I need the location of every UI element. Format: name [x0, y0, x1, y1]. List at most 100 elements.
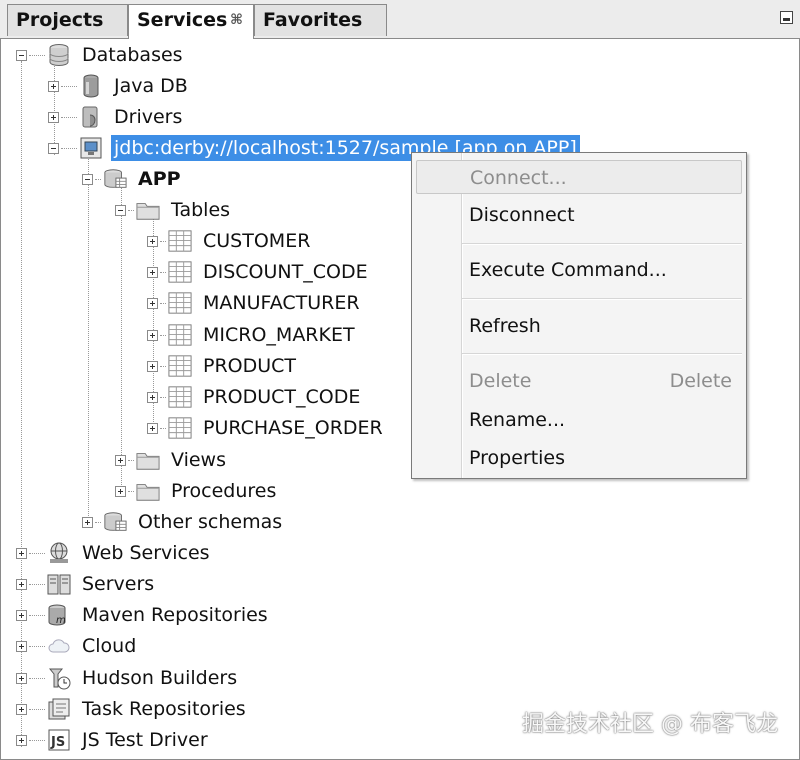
task-repository-icon [47, 697, 71, 721]
expand-icon[interactable] [147, 235, 158, 247]
menu-item-label: Refresh [469, 315, 541, 337]
menu-item-connect[interactable]: Connect... [416, 160, 742, 194]
expand-icon[interactable] [16, 703, 27, 715]
collapse-icon[interactable] [48, 142, 59, 154]
tree-node-hudson-builders[interactable]: Hudson Builders [16, 663, 240, 693]
tree-node-databases[interactable]: Databases [16, 40, 186, 70]
tab-projects[interactable]: Projects [7, 4, 128, 36]
tree-label: Cloud [82, 635, 137, 657]
tree-label: MANUFACTURER [203, 292, 360, 314]
expand-icon[interactable] [147, 422, 158, 434]
table-icon [168, 260, 192, 284]
tree-node-table[interactable]: CUSTOMER [147, 226, 313, 256]
cloud-icon [47, 634, 71, 658]
folder-icon [136, 448, 160, 472]
tree-node-java-db[interactable]: Java DB [48, 71, 191, 101]
expand-icon[interactable] [82, 516, 93, 528]
tree-node-table[interactable]: PRODUCT_CODE [147, 382, 363, 412]
menu-item-properties[interactable]: Properties [416, 441, 742, 475]
menu-item-label: Disconnect [469, 204, 575, 226]
minimize-window-icon[interactable] [780, 11, 793, 24]
menu-item-shortcut: Delete [669, 370, 732, 392]
tree-node-tables[interactable]: Tables [115, 195, 233, 225]
expand-icon[interactable] [147, 297, 158, 309]
table-icon [168, 323, 192, 347]
expand-icon[interactable] [147, 391, 158, 403]
tree-node-table[interactable]: MANUFACTURER [147, 288, 363, 318]
menu-item-label: Properties [469, 447, 566, 469]
tree-node-drivers[interactable]: Drivers [48, 102, 185, 132]
tree-node-web-services[interactable]: Web Services [16, 538, 213, 568]
expand-icon[interactable] [147, 360, 158, 372]
svg-text:m: m [56, 615, 66, 626]
tree-node-table[interactable]: MICRO_MARKET [147, 320, 358, 350]
menu-item-label: Delete [469, 370, 532, 392]
menu-item-rename[interactable]: Rename... [416, 403, 742, 437]
table-icon [168, 291, 192, 315]
tree-label: Databases [82, 44, 183, 66]
expand-icon[interactable] [48, 111, 59, 123]
maven-icon: m [47, 603, 71, 627]
tree-label: Web Services [82, 542, 210, 564]
java-db-icon [79, 74, 103, 98]
tab-favorites[interactable]: Favorites [254, 4, 387, 36]
menu-item-refresh[interactable]: Refresh [416, 309, 742, 343]
tree-label: Tables [171, 199, 231, 221]
web-services-icon [47, 541, 71, 565]
tree-node-views[interactable]: Views [115, 445, 229, 475]
menu-item-delete[interactable]: Delete Delete [416, 364, 742, 398]
js-test-driver-icon: JS [47, 728, 71, 752]
schema-icon [103, 510, 127, 534]
expand-icon[interactable] [16, 640, 27, 652]
tree-node-other-schemas[interactable]: Other schemas [82, 507, 285, 537]
tab-projects-label: Projects [16, 9, 104, 31]
expand-icon[interactable] [16, 547, 27, 559]
menu-item-execute-command[interactable]: Execute Command... [416, 253, 742, 287]
tree-label: MICRO_MARKET [203, 324, 355, 346]
tab-services[interactable]: Services ⌘ [128, 4, 254, 39]
schema-icon [103, 167, 127, 191]
tree-node-schema-app[interactable]: APP [82, 164, 184, 194]
tab-bar: Projects Services ⌘ Favorites [0, 0, 800, 39]
expand-icon[interactable] [16, 609, 27, 621]
collapse-icon[interactable] [16, 49, 27, 61]
tree-label: Procedures [171, 480, 277, 502]
expand-icon[interactable] [16, 734, 27, 746]
tree-label: PRODUCT [203, 355, 297, 377]
database-icon [47, 43, 71, 67]
drivers-icon [79, 105, 103, 129]
tree-node-cloud[interactable]: Cloud [16, 631, 139, 661]
watermark: 掘金技术社区 @ 布客飞龙 [522, 712, 778, 737]
expand-icon[interactable] [16, 578, 27, 590]
tree-node-table[interactable]: PURCHASE_ORDER [147, 413, 386, 443]
tree-label: Drivers [114, 106, 183, 128]
close-tab-icon[interactable]: ⌘ [230, 5, 243, 35]
tree-node-table[interactable]: DISCOUNT_CODE [147, 257, 371, 287]
expand-icon[interactable] [147, 266, 158, 278]
tree-node-task-repositories[interactable]: Task Repositories [16, 694, 249, 724]
menu-separator [462, 298, 742, 300]
expand-icon[interactable] [115, 485, 126, 497]
tree-node-procedures[interactable]: Procedures [115, 476, 279, 506]
tree-node-maven-repositories[interactable]: m Maven Repositories [16, 600, 271, 630]
tree-guide-line [88, 154, 89, 528]
tree-node-js-test-driver[interactable]: JS JS Test Driver [16, 725, 211, 755]
menu-item-disconnect[interactable]: Disconnect [416, 198, 742, 232]
servers-icon [47, 572, 71, 596]
expand-icon[interactable] [115, 454, 126, 466]
tree-label: DISCOUNT_CODE [203, 261, 368, 283]
table-icon [168, 416, 192, 440]
hudson-icon [47, 666, 71, 690]
expand-icon[interactable] [48, 80, 59, 92]
table-icon [168, 229, 192, 253]
menu-separator [462, 353, 742, 355]
tree-node-table[interactable]: PRODUCT [147, 351, 299, 381]
menu-item-label: Execute Command... [469, 259, 667, 281]
collapse-icon[interactable] [115, 204, 126, 216]
connection-icon [79, 136, 103, 160]
tree-node-servers[interactable]: Servers [16, 569, 157, 599]
collapse-icon[interactable] [82, 173, 93, 185]
expand-icon[interactable] [147, 329, 158, 341]
context-menu: Connect... Disconnect Execute Command...… [411, 152, 747, 479]
expand-icon[interactable] [16, 672, 27, 684]
